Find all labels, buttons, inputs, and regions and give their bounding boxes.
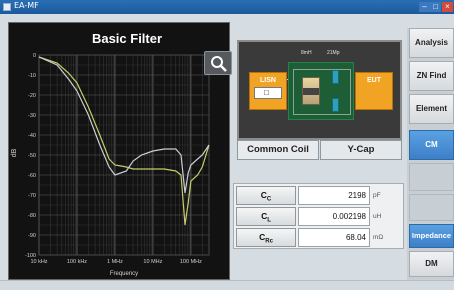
param-label-crc[interactable]: CRc — [236, 228, 296, 247]
x-tick-label: 1 MHz — [107, 259, 123, 265]
x-tick-label: 10 kHz — [30, 259, 47, 265]
maximize-icon[interactable]: □ — [430, 2, 441, 12]
lisn-block: LISN □ — [249, 72, 287, 110]
minimize-icon[interactable]: – — [419, 2, 430, 12]
status-bar — [0, 280, 454, 290]
param-unit-crc: mΩ — [373, 234, 384, 241]
chart-svg: Basic Filter 0 -10 -20 -30 -40 -50 -60 -70 -80 -9… — [11, 31, 210, 277]
parameter-table: CC 2198 pF CL 0.002198 uH CRc 68.04 mΩ — [233, 183, 404, 249]
y-tick-label: -50 — [28, 153, 36, 159]
param-unit-cc: pF — [373, 192, 381, 199]
param-label-cc[interactable]: CC — [236, 186, 296, 205]
param-row: CL 0.002198 uH — [236, 207, 403, 226]
eut-label: EUT — [367, 77, 381, 84]
title-bar: EA-MF – □ × — [0, 0, 454, 14]
chart-title: Basic Filter — [92, 31, 162, 46]
eut-block: EUT — [355, 72, 393, 110]
y-tick-label: -70 — [28, 193, 36, 199]
param-value-crc[interactable]: 68.04 — [298, 228, 370, 247]
zn-find-button[interactable]: ZN Find — [409, 61, 454, 91]
y-tick-label: -10 — [28, 73, 36, 79]
blank-button-2[interactable] — [409, 194, 454, 221]
filter-board — [288, 62, 354, 120]
right-sidebar: Analysis ZN Find Element CM Impedance DM — [407, 28, 454, 280]
blank-button-1[interactable] — [409, 163, 454, 191]
y-axis-label: dB — [11, 148, 18, 157]
lisn-label: LISN — [260, 77, 276, 84]
x-tick-label: 10 MHz — [143, 259, 162, 265]
param-value-cl[interactable]: 0.002198 — [298, 207, 370, 226]
x-tick-label: 100 kHz — [67, 259, 87, 265]
param-row: CC 2198 pF — [236, 186, 403, 205]
param-unit-cl: uH — [373, 213, 382, 220]
y-tick-label: -60 — [28, 173, 36, 179]
app-icon — [3, 3, 11, 11]
y-tick-label: -40 — [28, 133, 36, 139]
cap-annotation: 21Mp — [327, 50, 340, 56]
y-tick-label: 0 — [33, 53, 36, 59]
y-cap-button[interactable]: Y-Cap — [320, 140, 402, 160]
y-tick-label: -20 — [28, 93, 36, 99]
close-icon[interactable]: × — [442, 2, 453, 12]
lisn-indicator-box: □ — [254, 87, 282, 99]
y-tick-label: -30 — [28, 113, 36, 119]
window-title: EA-MF — [14, 1, 39, 10]
param-label-cl[interactable]: CL — [236, 207, 296, 226]
filter-schematic: 8mH 21Mp LISN □ EUT — [237, 40, 402, 140]
series-line-1 — [38, 56, 210, 226]
lisn-indicator: □ — [264, 88, 269, 97]
x-axis-label: Frequency — [110, 271, 138, 277]
app-window: EA-MF – □ × Basic Filter 0 -10 -20 -30 -40 -5… — [0, 0, 454, 290]
param-value-cc[interactable]: 2198 — [298, 186, 370, 205]
search-icon — [211, 56, 227, 72]
impedance-button[interactable]: Impedance — [409, 224, 454, 248]
y-tick-label: -90 — [28, 233, 36, 239]
element-button[interactable]: Element — [409, 94, 454, 124]
zoom-button[interactable] — [204, 51, 232, 75]
analysis-button[interactable]: Analysis — [409, 28, 454, 58]
dm-button[interactable]: DM — [409, 251, 454, 277]
coil-annotation: 8mH — [301, 50, 312, 56]
param-row: CRc 68.04 mΩ — [236, 228, 403, 247]
y-tick-label: -80 — [28, 213, 36, 219]
chart-panel: Basic Filter 0 -10 -20 -30 -40 -50 -60 -70 -80 -9… — [8, 22, 232, 280]
x-tick-label: 100 MHz — [180, 259, 202, 265]
cm-button[interactable]: CM — [409, 130, 454, 160]
common-coil-button[interactable]: Common Coil — [237, 140, 319, 160]
